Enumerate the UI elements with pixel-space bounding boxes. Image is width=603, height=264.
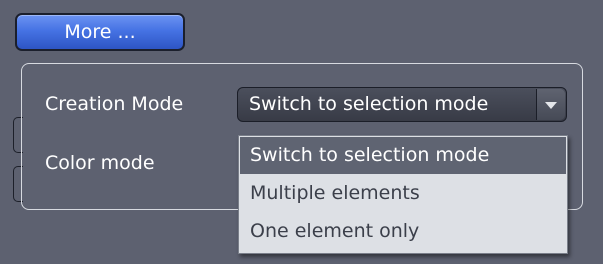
color-mode-label: Color mode bbox=[45, 152, 155, 174]
creation-mode-value: Switch to selection mode bbox=[249, 93, 489, 115]
chevron-down-icon[interactable] bbox=[536, 89, 565, 120]
dropdown-option-switch-to-selection-mode[interactable]: Switch to selection mode bbox=[240, 137, 566, 174]
dropdown-option-one-element-only[interactable]: One element only bbox=[240, 213, 566, 250]
creation-mode-combobox[interactable]: Switch to selection mode bbox=[237, 87, 567, 122]
dropdown-option-multiple-elements[interactable]: Multiple elements bbox=[240, 175, 566, 212]
creation-mode-label: Creation Mode bbox=[45, 93, 184, 115]
more-button[interactable]: More ... bbox=[15, 13, 185, 51]
creation-mode-dropdown-list: Switch to selection mode Multiple elemen… bbox=[238, 135, 568, 254]
